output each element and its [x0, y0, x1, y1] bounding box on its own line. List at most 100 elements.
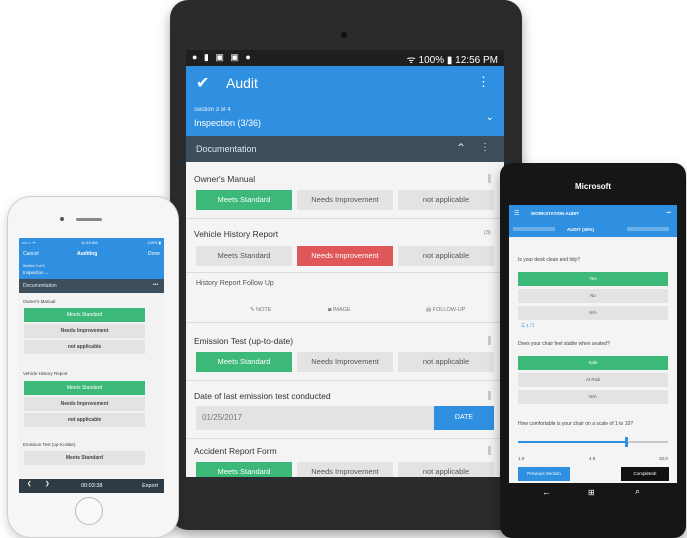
back-arrow-icon[interactable]: ❮: [27, 481, 32, 487]
iphone-camera: [60, 217, 64, 221]
note-icon[interactable]: [488, 174, 491, 183]
windows-phone-screen: ☰ WORKSTATION AUDIT ••• AUDIT (40%) Is y…: [509, 205, 677, 483]
q2-at-risk-button[interactable]: At Risk: [518, 373, 668, 387]
q6-meets-standard-button[interactable]: Meets Standard: [196, 462, 292, 477]
cancel-button[interactable]: Cancel: [23, 251, 39, 257]
chevron-down-icon[interactable]: ⌄: [486, 112, 494, 123]
windows-logo-icon[interactable]: ⊞: [588, 488, 595, 497]
wp-title: WORKSTATION AUDIT: [531, 211, 580, 216]
note-icon[interactable]: [488, 391, 491, 400]
q1-not-applicable-button[interactable]: not applicable: [398, 190, 494, 210]
add-image-link[interactable]: ◙ IMAGE: [328, 307, 351, 313]
divider: [186, 438, 504, 439]
home-button[interactable]: [75, 497, 103, 525]
q6-not-applicable-button[interactable]: not applicable: [398, 462, 494, 477]
slider-max-label: 10.0: [659, 456, 668, 461]
more-icon[interactable]: •••: [153, 282, 158, 288]
q4-not-applicable-button[interactable]: not applicable: [398, 352, 494, 372]
wp-tab-bar: AUDIT (40%): [509, 223, 677, 237]
q2-not-applicable-button[interactable]: not applicable: [398, 246, 494, 266]
question-emission-date: Date of last emission test conducted: [194, 391, 331, 401]
q1-meets-standard-button[interactable]: Meets Standard: [196, 190, 292, 210]
followup-label: History Report Follow Up: [196, 280, 274, 287]
q2-meets-standard-button[interactable]: Meets Standard: [196, 246, 292, 266]
status-time: 11:45 AM: [81, 240, 98, 245]
date-picker-button[interactable]: DATE: [434, 406, 494, 430]
slider-mid-label: 4.0: [589, 456, 596, 461]
note-icon[interactable]: [488, 446, 491, 455]
iphone-status-bar: •••○○ ᯤ 11:45 AM 100% ▮: [19, 238, 164, 247]
tab-previous[interactable]: [513, 227, 555, 231]
completed-button[interactable]: Completed!: [621, 467, 669, 481]
q1-needs-improvement-button[interactable]: Needs Improvement: [297, 190, 393, 210]
question-chair-stable: Does your chair feel stable when seated?: [518, 341, 610, 347]
question-emission-test: Emission Test (up-to-date): [194, 336, 294, 346]
q1-yes-button[interactable]: Yes: [518, 272, 668, 286]
tab-next[interactable]: [627, 227, 669, 231]
q1-no-button[interactable]: No: [518, 289, 668, 303]
question-owners-manual: Owner's Manual: [23, 299, 56, 304]
status-icons: ● ▮ ▣ ▣ ●: [192, 52, 253, 62]
followup-action-label: FOLLOW-UP: [432, 307, 466, 313]
wp-header: ☰ WORKSTATION AUDIT •••: [509, 205, 677, 223]
q1-needs-improvement-button[interactable]: Needs Improvement: [24, 324, 145, 338]
image-label: IMAGE: [332, 307, 351, 313]
slider-min-label: 1.0: [518, 456, 525, 461]
list-icon: ▤: [426, 307, 433, 313]
q4-needs-improvement-button[interactable]: Needs Improvement: [297, 352, 393, 372]
q2-needs-improvement-button[interactable]: Needs Improvement: [297, 246, 393, 266]
add-note-link[interactable]: ✎ NOTE: [250, 307, 271, 313]
comfort-slider-thumb[interactable]: [625, 437, 628, 447]
section-menu-icon[interactable]: ⋮: [480, 142, 490, 153]
note-icon[interactable]: [488, 336, 491, 345]
battery-indicator: 100% ▮: [147, 240, 161, 245]
signal-indicator: •••○○ ᯤ: [22, 240, 36, 245]
overflow-menu-icon[interactable]: ⋮: [477, 74, 490, 90]
comfort-slider-track[interactable]: [518, 437, 668, 447]
iphone-nav-bar: Cancel Auditing Done: [19, 247, 164, 261]
iphone-section-selector[interactable]: Section 3 of 5 Inspection ⌄: [19, 261, 164, 279]
q2-not-applicable-button[interactable]: not applicable: [24, 413, 145, 427]
iphone-documentation-header[interactable]: Documentation •••: [19, 279, 164, 293]
divider: [186, 322, 504, 323]
check-icon[interactable]: ✔: [196, 73, 209, 93]
q2-needs-improvement-button[interactable]: Needs Improvement: [24, 397, 145, 411]
tablet-screen: ● ▮ ▣ ▣ ● ᯤ 100% ▮ 12:56 PM ✔ Audit ⋮ Se…: [186, 50, 504, 477]
status-clock: ᯤ 100% ▮ 12:56 PM: [406, 55, 498, 66]
previous-section-button[interactable]: Previous Section: [518, 467, 570, 481]
question-accident-report: Accident Report Form: [194, 446, 277, 456]
q2-na-button[interactable]: N/A: [518, 390, 668, 404]
note-indicator[interactable]: ☰ 1 ❐: [521, 323, 534, 329]
hamburger-icon[interactable]: ☰: [514, 210, 519, 217]
search-icon[interactable]: ⌕: [635, 486, 640, 497]
done-button[interactable]: Done: [148, 251, 160, 257]
q1-not-applicable-button[interactable]: not applicable: [24, 340, 145, 354]
attachment-count-badge: (3): [484, 230, 491, 236]
iphone-bottom-toolbar: ❮ ❯ 00:03:38 Export: [19, 479, 164, 493]
documentation-label: Documentation: [23, 283, 57, 289]
q1-na-button[interactable]: N/A: [518, 306, 668, 320]
tab-audit[interactable]: AUDIT (40%): [567, 227, 594, 232]
section-selector[interactable]: Section 3 of 4 Inspection (3/36) ⌄: [186, 102, 504, 136]
forward-arrow-icon[interactable]: ❯: [45, 481, 50, 487]
chevron-up-icon[interactable]: ⌃: [456, 141, 466, 155]
comfort-slider-fill: [518, 441, 626, 443]
section-title: Inspection (3/36): [194, 118, 262, 128]
q4-meets-standard-button[interactable]: Meets Standard: [196, 352, 292, 372]
question-chair-comfort: How comfortable is your chair on a scale…: [518, 421, 634, 427]
q6-needs-improvement-button[interactable]: Needs Improvement: [297, 462, 393, 477]
q2-safe-button[interactable]: Safe: [518, 356, 668, 370]
app-bar: ✔ Audit ⋮: [186, 66, 504, 102]
question-owners-manual: Owner's Manual: [194, 174, 256, 184]
q2-meets-standard-button[interactable]: Meets Standard: [24, 381, 145, 395]
export-button[interactable]: Export: [142, 483, 158, 489]
add-followup-link[interactable]: ▤ FOLLOW-UP: [426, 307, 465, 313]
date-input[interactable]: 01/25/2017: [196, 406, 438, 430]
wp-more-icon[interactable]: •••: [666, 210, 671, 215]
iphone-speaker: [76, 218, 102, 221]
back-arrow-icon[interactable]: ←: [542, 487, 551, 497]
q3-meets-standard-button[interactable]: Meets Standard: [24, 451, 145, 465]
note-label: NOTE: [256, 307, 272, 313]
q1-meets-standard-button[interactable]: Meets Standard: [24, 308, 145, 322]
documentation-header[interactable]: Documentation ⌃ ⋮: [186, 136, 504, 162]
